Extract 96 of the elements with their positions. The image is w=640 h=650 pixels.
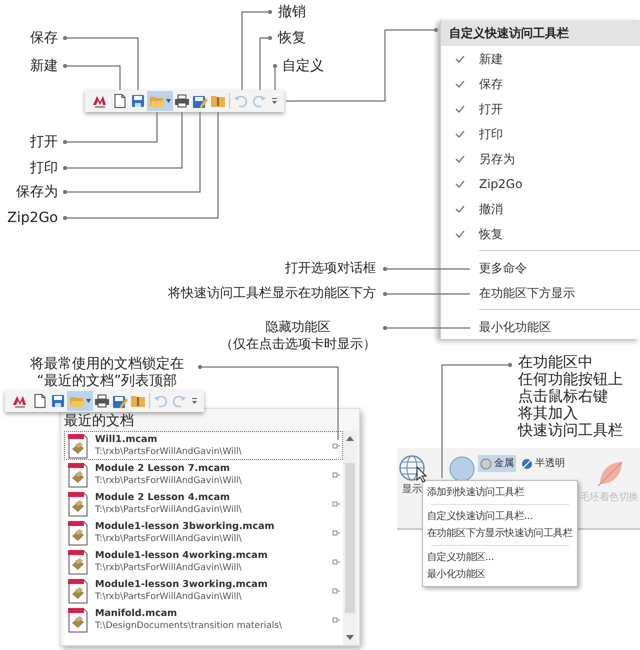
- callout-label: 打开: [30, 133, 58, 151]
- recent-file-item[interactable]: Module 2 Lesson 4.mcam T:\rxb\PartsForWillAndGavin\Will\: [64, 489, 343, 518]
- pin-icon[interactable]: [332, 500, 340, 508]
- file-name: Manifold.mcam: [95, 608, 178, 620]
- file-path: T:\rxb\PartsForWillAndGavin\Will\: [95, 532, 243, 544]
- caret-icon: [86, 399, 91, 403]
- menu-title: 自定义快速访问工具栏: [441, 20, 640, 46]
- zip-folder-icon: [210, 93, 226, 109]
- file-path: T:\rxb\PartsForWillAndGavin\Will\: [95, 562, 243, 574]
- redo-icon: [171, 393, 187, 409]
- menu-item[interactable]: 添加到快速访问工具栏: [423, 484, 577, 501]
- style-button[interactable]: 金属: [478, 455, 516, 472]
- pin-icon[interactable]: [332, 586, 340, 594]
- scroll-up-icon: [346, 435, 354, 441]
- callout-label: （仅在点击选项卡时显示）: [220, 336, 376, 353]
- callout-label: 打印: [30, 159, 58, 177]
- undo-icon: [233, 93, 249, 109]
- file-name: Module1-lesson 3working.mcam: [95, 578, 269, 590]
- menu-item[interactable]: 最小化功能区: [441, 314, 640, 339]
- menu-item[interactable]: 撤消: [441, 196, 640, 221]
- zip-folder-icon: [130, 393, 146, 409]
- file-path: T:\rxb\PartsForWillAndGavin\Will\: [95, 474, 243, 486]
- file-icon: [67, 548, 89, 574]
- scrollbar[interactable]: [343, 431, 357, 645]
- file-icon: [67, 578, 89, 604]
- menu-item[interactable]: 在功能区下方显示: [441, 280, 640, 305]
- menu-item[interactable]: 保存: [441, 71, 640, 96]
- redo-icon: [251, 93, 267, 109]
- caret-icon: [166, 99, 171, 103]
- callout-label: 自定义: [282, 57, 324, 75]
- callout-label: 保存为: [16, 183, 58, 201]
- printer-icon: [174, 93, 190, 109]
- file-name: Module 2 Lesson 7.mcam: [95, 462, 231, 474]
- menu-item[interactable]: 恢复: [441, 221, 640, 246]
- printer-icon: [94, 393, 110, 409]
- menu-item[interactable]: 打开: [441, 96, 640, 121]
- callout-label: 将最常使用的文档锁定在: [30, 356, 184, 373]
- callout-label: 在功能区中: [518, 354, 594, 371]
- sphere-icon: [449, 456, 475, 482]
- recent-file-item[interactable]: Manifold.mcam T:\DesignDocuments\transition materials\: [64, 605, 343, 634]
- floppy-pencil-icon: [112, 393, 128, 409]
- menu-item[interactable]: Zip2Go: [441, 171, 640, 196]
- callout-label: 恢复: [278, 29, 306, 47]
- callout-label: 隐藏功能区: [266, 319, 330, 336]
- menu-item[interactable]: 更多命令: [441, 255, 640, 280]
- pin-icon[interactable]: [332, 616, 340, 624]
- slashed-ball-icon: [521, 458, 533, 470]
- recent-file-item[interactable]: Module1-lesson 3working.mcam T:\rxb\PartsForWillAndGavin\Will\: [64, 576, 343, 605]
- file-name: Module1-lesson 3bworking.mcam: [95, 520, 276, 532]
- document-icon: [112, 93, 128, 109]
- file-path: T:\rxb\PartsForWillAndGavin\Will\: [95, 504, 243, 516]
- file-icon: [67, 490, 89, 516]
- style-button[interactable]: 半透明: [519, 455, 567, 472]
- callout-label: 打开选项对话框: [285, 260, 376, 277]
- undo-icon: [153, 393, 169, 409]
- file-icon: [67, 606, 89, 632]
- recent-file-item[interactable]: Module1-lesson 3bworking.mcam T:\rxb\PartsForWillAndGavin\Will\: [64, 518, 343, 547]
- menu-item[interactable]: 在功能区下方显示快速访问工具栏: [423, 525, 577, 542]
- callout-label: Zip2Go: [7, 209, 58, 227]
- scrollbar-thumb[interactable]: [345, 463, 355, 613]
- faded-label: 毛坯着色切换: [580, 492, 638, 504]
- floppy-pencil-icon: [192, 93, 208, 109]
- callout-label: 快速访问工具栏: [518, 422, 623, 439]
- callout-label: 任何功能按钮上: [518, 371, 623, 388]
- callout-label: 将其加入: [518, 405, 579, 422]
- file-name: Module1-lesson 4working.mcam: [95, 550, 269, 562]
- callout-label: “最近的文档”列表顶部: [36, 373, 178, 390]
- recent-file-item[interactable]: Module1-lesson 4working.mcam T:\rxb\PartsForWillAndGavin\Will\: [64, 547, 343, 576]
- file-name: Will1.mcam: [95, 434, 158, 446]
- callout-label: 将快速访问工具栏显示在功能区下方: [168, 285, 376, 302]
- recent-file-item[interactable]: Module 2 Lesson 7.mcam T:\rxb\PartsForWillAndGavin\Will\: [64, 460, 343, 489]
- file-path: T:\rxb\PartsForWillAndGavin\Will\: [95, 446, 243, 458]
- panel-title: 最近的文档: [63, 412, 135, 431]
- pin-icon[interactable]: [332, 558, 340, 566]
- callout-label: 新建: [30, 57, 58, 75]
- menu-item[interactable]: 自定义功能区...: [423, 549, 577, 566]
- file-name: Module 2 Lesson 4.mcam: [95, 492, 231, 504]
- file-path: T:\rxb\PartsForWillAndGavin\Will\: [95, 590, 243, 602]
- menu-item[interactable]: 打印: [441, 121, 640, 146]
- pin-icon[interactable]: [332, 470, 340, 478]
- scroll-down-icon: [346, 635, 354, 641]
- file-icon: [67, 520, 89, 546]
- pin-icon[interactable]: [332, 442, 340, 450]
- ball-icon: [480, 458, 492, 470]
- menu-item[interactable]: 最小化功能区: [423, 566, 577, 583]
- callout-label: 点击鼠标右键: [518, 388, 609, 405]
- menu-item[interactable]: 另存为: [441, 146, 640, 171]
- file-path: T:\DesignDocuments\transition materials\: [95, 620, 284, 632]
- menu-item[interactable]: 自定义快速访问工具栏...: [423, 508, 577, 525]
- recent-file-item[interactable]: Will1.mcam T:\rxb\PartsForWillAndGavin\Will\: [64, 431, 343, 460]
- pin-icon[interactable]: [332, 528, 340, 536]
- callout-label: 保存: [30, 29, 58, 47]
- document-icon: [32, 393, 48, 409]
- file-icon: [67, 462, 89, 488]
- menu-item[interactable]: 新建: [441, 46, 640, 71]
- callout-label: 撤销: [278, 3, 306, 21]
